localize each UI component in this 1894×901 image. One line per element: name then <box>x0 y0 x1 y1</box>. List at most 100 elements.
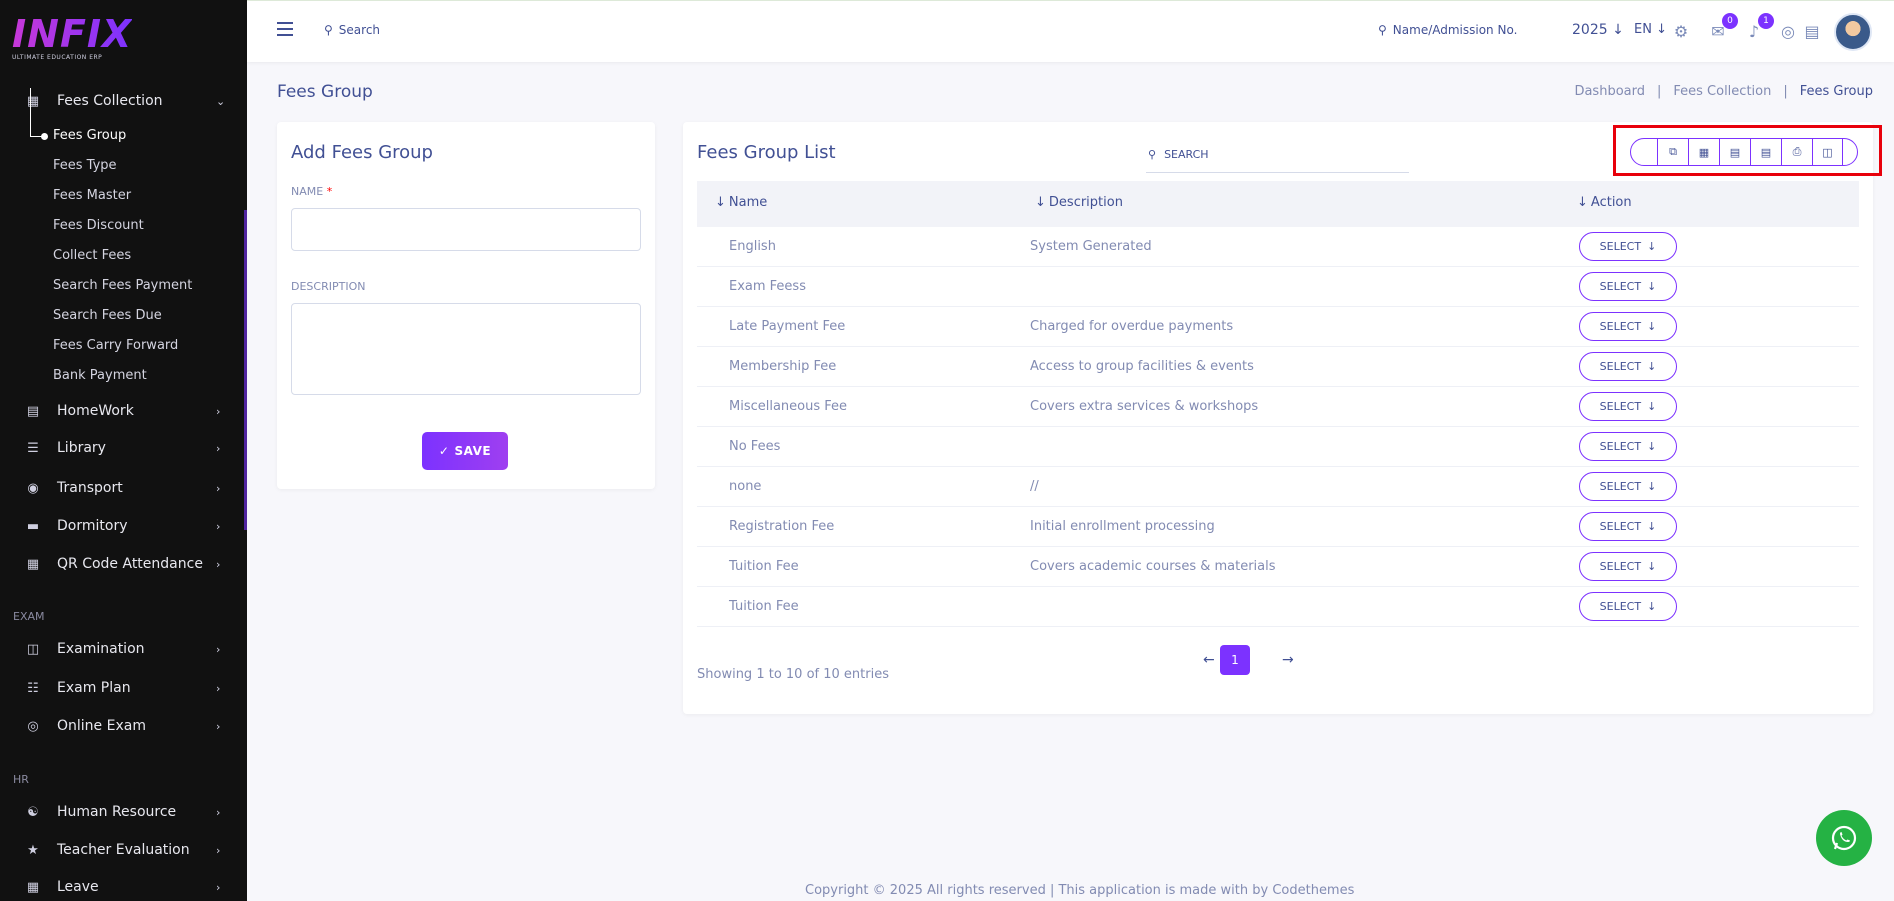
breadcrumb-separator: | <box>1656 84 1662 99</box>
sidebar-subitem-fees-discount[interactable]: Fees Discount <box>53 216 144 236</box>
name-admission-search[interactable]: ⚲ Name/Admission No. <box>1378 23 1517 37</box>
name-admission-label: Name/Admission No. <box>1392 23 1518 37</box>
sidebar-subitem-search-fees-payment[interactable]: Search Fees Payment <box>53 276 192 296</box>
submenu-connector <box>30 88 31 136</box>
map-icon: ◫ <box>26 641 40 657</box>
page-title: Fees Group <box>277 82 373 102</box>
sidebar-subitem-collect-fees[interactable]: Collect Fees <box>53 246 131 266</box>
sidebar: INFIX ULTIMATE EDUCATION ERP ▦ Fees Coll… <box>0 0 247 901</box>
breadcrumb: Dashboard | Fees Collection | Fees Group <box>1574 84 1873 99</box>
fees-group-list-card: Fees Group List ⚲ SEARCH ⧉ ▦ ▤ ▤ ⎙ ◫ ↓ Na… <box>683 122 1873 714</box>
sidebar-item-leave[interactable]: ▦ Leave › <box>0 872 247 901</box>
required-mark: * <box>326 185 333 198</box>
sidebar-subitem-fees-group[interactable]: Fees Group <box>53 126 126 146</box>
menu-toggle-icon[interactable] <box>277 22 293 36</box>
select-label: SELECT <box>1599 560 1642 573</box>
page-number-button[interactable]: 1 <box>1220 645 1250 675</box>
breadcrumb-fees-group: Fees Group <box>1799 84 1873 99</box>
sidebar-item-exam-plan[interactable]: ☷ Exam Plan › <box>0 673 247 703</box>
add-fees-group-card: Add Fees Group NAME * DESCRIPTION ✓ SAVE <box>277 122 655 489</box>
sidebar-item-label: Teacher Evaluation <box>57 842 190 858</box>
column-header-action[interactable]: ↓ Action <box>1577 195 1632 210</box>
select-button[interactable]: SELECT ↓ <box>1579 552 1677 581</box>
row-description: System Generated <box>1030 239 1152 254</box>
sidebar-subitem-fees-carry-forward[interactable]: Fees Carry Forward <box>53 336 178 356</box>
row-description: Covers extra services & workshops <box>1030 399 1259 414</box>
row-name: Tuition Fee <box>729 559 799 574</box>
calendar-icon: ▦ <box>26 879 40 895</box>
name-input[interactable] <box>291 208 641 251</box>
arrow-down-icon: ↓ <box>1612 22 1624 38</box>
column-header-label: Action <box>1590 195 1632 210</box>
robot-icon[interactable]: ⚙ <box>1671 21 1691 41</box>
select-button[interactable]: SELECT ↓ <box>1579 232 1677 261</box>
chart-icon[interactable]: ▤ <box>1802 21 1822 41</box>
transport-icon: ◉ <box>27 480 39 496</box>
save-button[interactable]: ✓ SAVE <box>422 432 508 470</box>
sidebar-item-label: Fees Collection <box>57 93 163 109</box>
users-icon: ☯ <box>27 804 39 820</box>
chat-icon[interactable]: ✉ 0 <box>1708 13 1738 41</box>
sidebar-item-library[interactable]: ☰ Library › <box>0 433 247 463</box>
previous-page-icon[interactable]: ← <box>1203 652 1215 668</box>
sidebar-item-human-resource[interactable]: ☯ Human Resource › <box>0 797 247 827</box>
select-button[interactable]: SELECT ↓ <box>1579 272 1677 301</box>
language-select[interactable]: EN ↓ <box>1634 22 1667 37</box>
arrow-down-icon: ↓ <box>1647 520 1657 533</box>
select-button[interactable]: SELECT ↓ <box>1579 472 1677 501</box>
globe-icon[interactable]: ◎ <box>1778 21 1798 41</box>
sidebar-scrollbar[interactable] <box>244 210 247 530</box>
arrow-down-icon: ↓ <box>1647 240 1657 253</box>
sidebar-subitem-fees-master[interactable]: Fees Master <box>53 186 131 206</box>
sidebar-item-transport[interactable]: ◉ Transport › <box>0 473 247 503</box>
bed-icon: ▬ <box>26 518 40 534</box>
year-value: 2025 <box>1572 22 1608 38</box>
arrow-down-icon: ↓ <box>1647 400 1657 413</box>
select-button[interactable]: SELECT ↓ <box>1579 592 1677 621</box>
sidebar-item-label: Examination <box>57 641 145 657</box>
sidebar-subitem-fees-type[interactable]: Fees Type <box>53 156 117 176</box>
row-name: Registration Fee <box>729 519 835 534</box>
select-button[interactable]: SELECT ↓ <box>1579 432 1677 461</box>
list-search-input[interactable]: ⚲ SEARCH <box>1146 136 1409 173</box>
row-description: Access to group facilities & events <box>1030 359 1254 374</box>
chevron-right-icon: › <box>216 557 221 571</box>
chevron-right-icon: › <box>216 519 221 533</box>
sidebar-item-fees-collection[interactable]: ▦ Fees Collection ⌄ <box>0 86 247 116</box>
table-row: Miscellaneous Fee Covers extra services … <box>697 387 1859 427</box>
column-header-name[interactable]: ↓ Name <box>715 195 767 210</box>
sidebar-item-examination[interactable]: ◫ Examination › <box>0 634 247 664</box>
sidebar-subitem-search-fees-due[interactable]: Search Fees Due <box>53 306 162 326</box>
next-page-icon[interactable]: → <box>1282 652 1294 668</box>
year-select[interactable]: 2025 ↓ <box>1572 22 1624 38</box>
sidebar-item-homework[interactable]: ▤ HomeWork › <box>0 396 247 426</box>
sidebar-item-dormitory[interactable]: ▬ Dormitory › <box>0 511 247 541</box>
sort-icon: ↓ <box>1035 195 1046 210</box>
logo[interactable]: INFIX ULTIMATE EDUCATION ERP <box>12 14 132 66</box>
description-textarea[interactable] <box>291 303 641 395</box>
row-description: Charged for overdue payments <box>1030 319 1234 334</box>
chevron-right-icon: › <box>216 681 221 695</box>
chevron-right-icon: › <box>216 843 221 857</box>
sidebar-item-teacher-evaluation[interactable]: ★ Teacher Evaluation › <box>0 835 247 865</box>
avatar[interactable] <box>1834 13 1872 51</box>
chevron-right-icon: › <box>216 441 221 455</box>
select-button[interactable]: SELECT ↓ <box>1579 512 1677 541</box>
whatsapp-button[interactable] <box>1816 810 1872 866</box>
chevron-right-icon: › <box>216 481 221 495</box>
column-header-description[interactable]: ↓ Description <box>1035 195 1123 210</box>
sidebar-item-online-exam[interactable]: ◎ Online Exam › <box>0 711 247 741</box>
select-button[interactable]: SELECT ↓ <box>1579 352 1677 381</box>
select-button[interactable]: SELECT ↓ <box>1579 312 1677 341</box>
sidebar-subitem-bank-payment[interactable]: Bank Payment <box>53 366 147 386</box>
breadcrumb-fees-collection[interactable]: Fees Collection <box>1673 84 1771 99</box>
select-label: SELECT <box>1599 440 1642 453</box>
fees-collection-icon: ▦ <box>26 93 40 109</box>
sidebar-item-qr-code-attendance[interactable]: ▦ QR Code Attendance › <box>0 549 247 579</box>
select-button[interactable]: SELECT ↓ <box>1579 392 1677 421</box>
breadcrumb-dashboard[interactable]: Dashboard <box>1574 84 1645 99</box>
bell-icon[interactable]: ♪ 1 <box>1744 13 1774 41</box>
top-search[interactable]: ⚲ Search <box>324 23 380 37</box>
search-icon: ⚲ <box>1148 147 1157 161</box>
table-row: Membership Fee Access to group facilitie… <box>697 347 1859 387</box>
